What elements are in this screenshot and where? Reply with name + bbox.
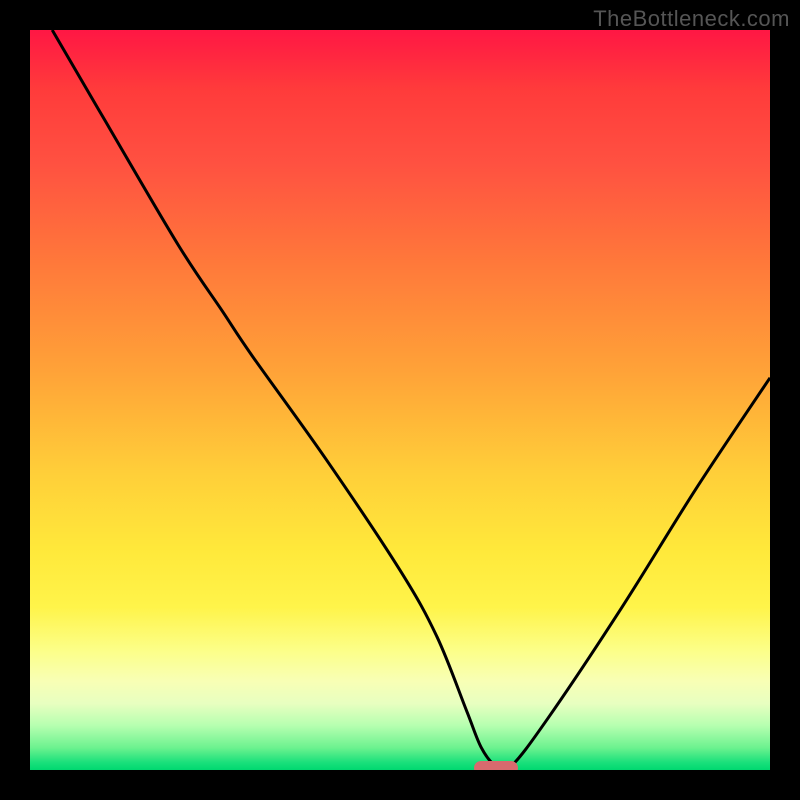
optimal-point-marker [474, 761, 518, 770]
bottleneck-curve [30, 30, 770, 770]
watermark-text: TheBottleneck.com [593, 6, 790, 32]
chart-frame: TheBottleneck.com [0, 0, 800, 800]
plot-area [30, 30, 770, 770]
bottleneck-curve-path [52, 30, 770, 770]
